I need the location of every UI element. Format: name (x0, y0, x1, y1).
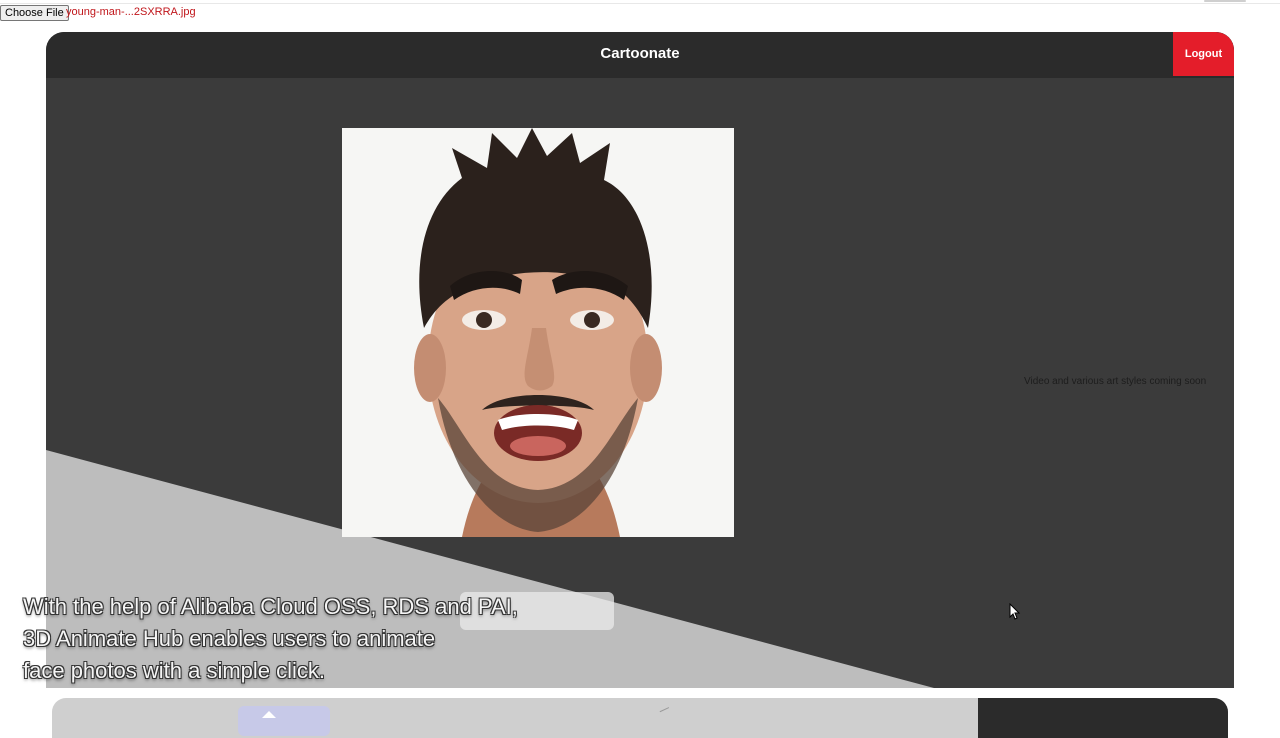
choose-file-button[interactable]: Choose File (0, 5, 69, 21)
caption-line: face photos with a simple click. (23, 658, 326, 683)
file-chooser-bar: Choose File young-man-...2SXRRA.jpg (0, 0, 1280, 24)
bottom-nav (52, 698, 1228, 738)
selected-file-name: young-man-...2SXRRA.jpg (66, 6, 196, 18)
mouse-cursor-icon (1009, 603, 1021, 620)
share-icon[interactable] (659, 707, 671, 715)
nav-dark-segment (978, 698, 1228, 738)
caption-line: With the help of Alibaba Cloud OSS, RDS … (23, 594, 518, 619)
home-icon (262, 711, 276, 718)
cartoon-result-image (342, 128, 734, 537)
video-caption: With the help of Alibaba Cloud OSS, RDS … (23, 591, 643, 687)
app-window: Cartoonate Logout Video and various art … (46, 32, 1234, 688)
window-handle (1204, 0, 1246, 2)
caption-line: 3D Animate Hub enables users to animate (23, 626, 436, 651)
coming-soon-note: Video and various art styles coming soon (1024, 376, 1207, 387)
nav-home-button[interactable] (238, 706, 330, 736)
cartoon-face-illustration (342, 128, 734, 537)
divider (0, 3, 1280, 4)
